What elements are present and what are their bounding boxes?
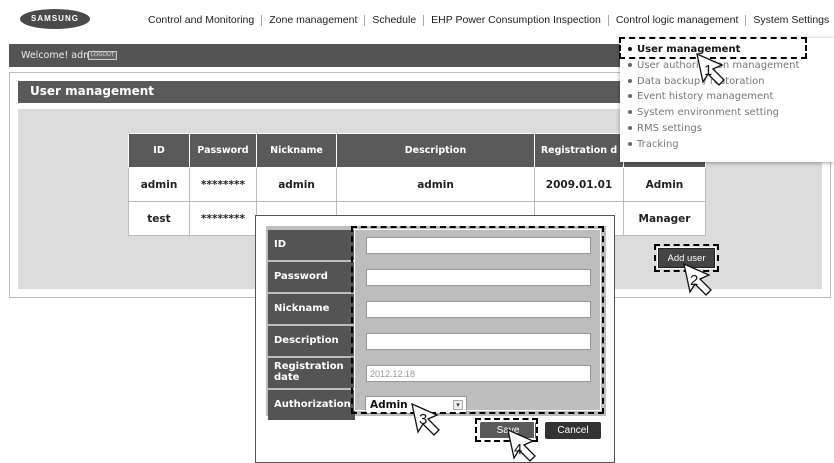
nav-control-logic-management[interactable]: Control logic management: [616, 14, 739, 26]
nav-ehp-power-consumption[interactable]: EHP Power Consumption Inspection: [431, 14, 601, 26]
field-label-description: Description: [268, 326, 355, 356]
bullet-icon: [628, 78, 632, 83]
nav-zone-management[interactable]: Zone management: [269, 14, 357, 26]
nav-divider: [607, 14, 609, 26]
column-header-password: Password: [189, 133, 257, 168]
field-label-authorization: Authorization: [268, 390, 355, 420]
cell-description: admin: [336, 167, 535, 202]
menu-item-label: RMS settings: [637, 122, 702, 134]
cursor-step-4-icon: [507, 428, 536, 462]
column-header-description: Description: [336, 133, 535, 168]
bullet-icon: [628, 62, 632, 67]
menu-item-event-history[interactable]: Event history management: [628, 89, 834, 105]
menu-item-system-environment[interactable]: System environment setting: [628, 105, 834, 121]
column-header-nickname: Nickname: [256, 133, 337, 168]
main-menu: Control and Monitoring Zone management Sch…: [148, 14, 829, 26]
cell-nickname: admin: [256, 167, 337, 202]
nav-system-settings[interactable]: System Settings: [753, 14, 829, 26]
nav-control-and-monitoring[interactable]: Control and Monitoring: [148, 14, 254, 26]
page-title: User management: [30, 84, 155, 98]
menu-item-label: Tracking: [637, 138, 679, 150]
cell-authorization: Admin: [623, 167, 706, 202]
cell-password: ********: [189, 167, 257, 202]
table-header-row: ID Password Nickname Description Registr…: [128, 133, 706, 168]
cursor-step-2-icon: [683, 262, 712, 296]
cell-id: test: [128, 201, 190, 236]
cancel-button[interactable]: Cancel: [545, 422, 601, 439]
field-label-registration-date: Registration date: [268, 358, 355, 388]
logout-button[interactable]: LOGOUT: [88, 51, 118, 60]
column-header-id: ID: [128, 133, 190, 168]
nav-schedule[interactable]: Schedule: [372, 14, 416, 26]
field-label-password: Password: [268, 262, 355, 292]
menu-item-label: Event history management: [637, 91, 774, 103]
cell-password: ********: [189, 201, 257, 236]
nav-divider: [423, 14, 425, 26]
step-number-1: 1: [704, 62, 713, 79]
bullet-icon: [628, 94, 632, 99]
step-number-4: 4: [514, 441, 523, 458]
nav-divider: [364, 14, 366, 26]
cell-id: admin: [128, 167, 190, 202]
cell-authorization: Manager: [623, 201, 706, 236]
menu-item-label: System environment setting: [637, 107, 780, 119]
step-number-3: 3: [419, 411, 428, 428]
nav-divider: [745, 14, 747, 26]
bullet-icon: [628, 110, 632, 115]
bullet-icon: [628, 125, 632, 130]
top-navigation: SAMSUNG Control and Monitoring Zone manag…: [0, 0, 834, 42]
column-header-registration-date: Registration d: [534, 133, 624, 168]
samsung-logo: SAMSUNG: [20, 9, 90, 29]
menu-item-tracking[interactable]: Tracking: [628, 137, 834, 153]
menu-item-rms-settings[interactable]: RMS settings: [628, 121, 834, 137]
menu-item-data-backup[interactable]: Data backup / restoration: [628, 74, 834, 90]
bullet-icon: [628, 141, 632, 146]
menu-item-user-authorization[interactable]: User authorization management: [628, 58, 834, 74]
field-label-id: ID: [268, 230, 355, 260]
nav-divider: [261, 14, 263, 26]
field-label-nickname: Nickname: [268, 294, 355, 324]
highlight-form-fields: [351, 226, 604, 414]
table-row[interactable]: admin ******** admin admin 2009.01.01 Ad…: [128, 167, 706, 202]
step-number-2: 2: [690, 272, 699, 289]
cell-registration-date: 2009.01.01: [534, 167, 624, 202]
